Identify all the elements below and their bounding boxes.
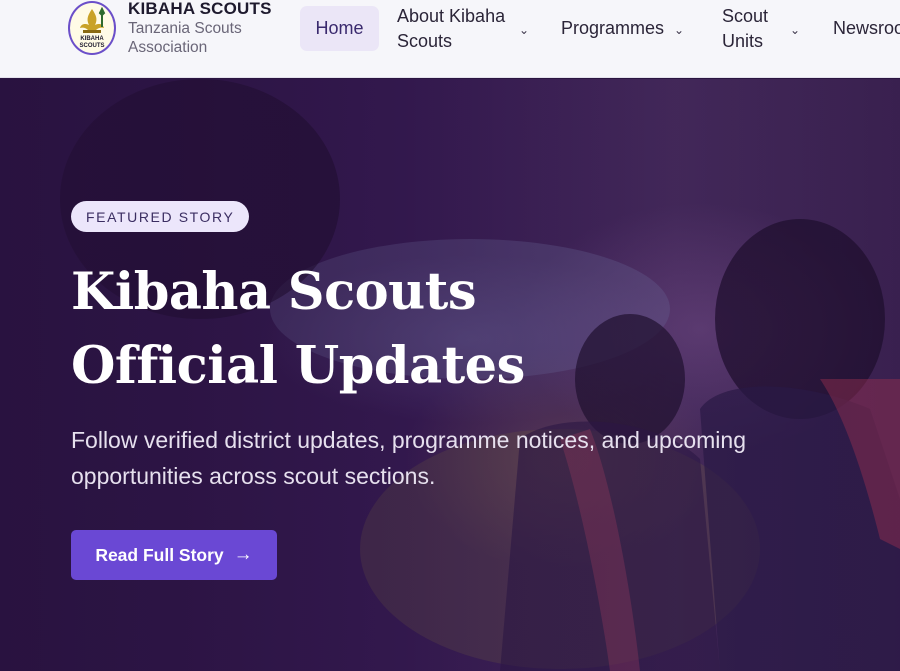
svg-text:SCOUTS: SCOUTS [79,43,104,49]
brand-subtitle-line2: Association [128,39,208,56]
nav-home-label: Home [315,18,364,38]
hero-headline: Kibaha Scouts Official Updates [71,255,671,403]
hero-section: FEATURED STORY Kibaha Scouts Official Up… [0,79,900,671]
arrow-right-icon: → [233,544,253,565]
lede-line1: Follow verified district updates, progra… [71,427,746,453]
svg-text:KIBAHA: KIBAHA [80,36,104,42]
hero-lede: Follow verified district updates, progra… [71,422,791,494]
headline-line1: Kibaha Scouts [71,262,477,322]
nav-newsroom[interactable]: Newsroom [833,16,900,77]
brand-title: KIBAHA SCOUTS [128,0,272,18]
nav-units-label-line2: Units [722,31,764,51]
site-header: KIBAHA SCOUTS KIBAHA SCOUTS Tanzania Sco… [0,0,900,78]
nav-scout-units[interactable]: Scout Units ⌄ [722,4,800,77]
scouts-logo-icon[interactable]: KIBAHA SCOUTS [68,1,116,55]
badge-label: FEATURED STORY [86,208,235,225]
nav-newsroom-label: Newsroom [833,18,900,38]
nav-about-label-line1: About Kibaha [397,6,506,26]
nav-units-label-line1: Scout [722,6,769,26]
nav-home[interactable]: Home [300,6,379,51]
chevron-down-icon: ⌄ [519,23,530,37]
nav-about-label-line2: Scouts [397,31,453,51]
lede-line2: opportunities across scout sections. [71,463,436,489]
nav-about[interactable]: About Kibaha Scouts ⌄ [397,4,529,77]
nav-programmes-label: Programmes [561,18,665,38]
featured-story-badge: FEATURED STORY [71,201,250,232]
chevron-down-icon: ⌄ [790,23,801,37]
read-full-story-button[interactable]: Read Full Story → [71,530,277,580]
brand-subtitle-line1: Tanzania Scouts [128,20,242,37]
chevron-down-icon: ⌄ [674,23,685,37]
cta-label: Read Full Story [95,544,224,565]
headline-line2: Official Updates [71,336,525,396]
nav-programmes[interactable]: Programmes ⌄ [561,16,684,77]
brand-text: KIBAHA SCOUTS Tanzania Scouts Associatio… [128,0,272,57]
